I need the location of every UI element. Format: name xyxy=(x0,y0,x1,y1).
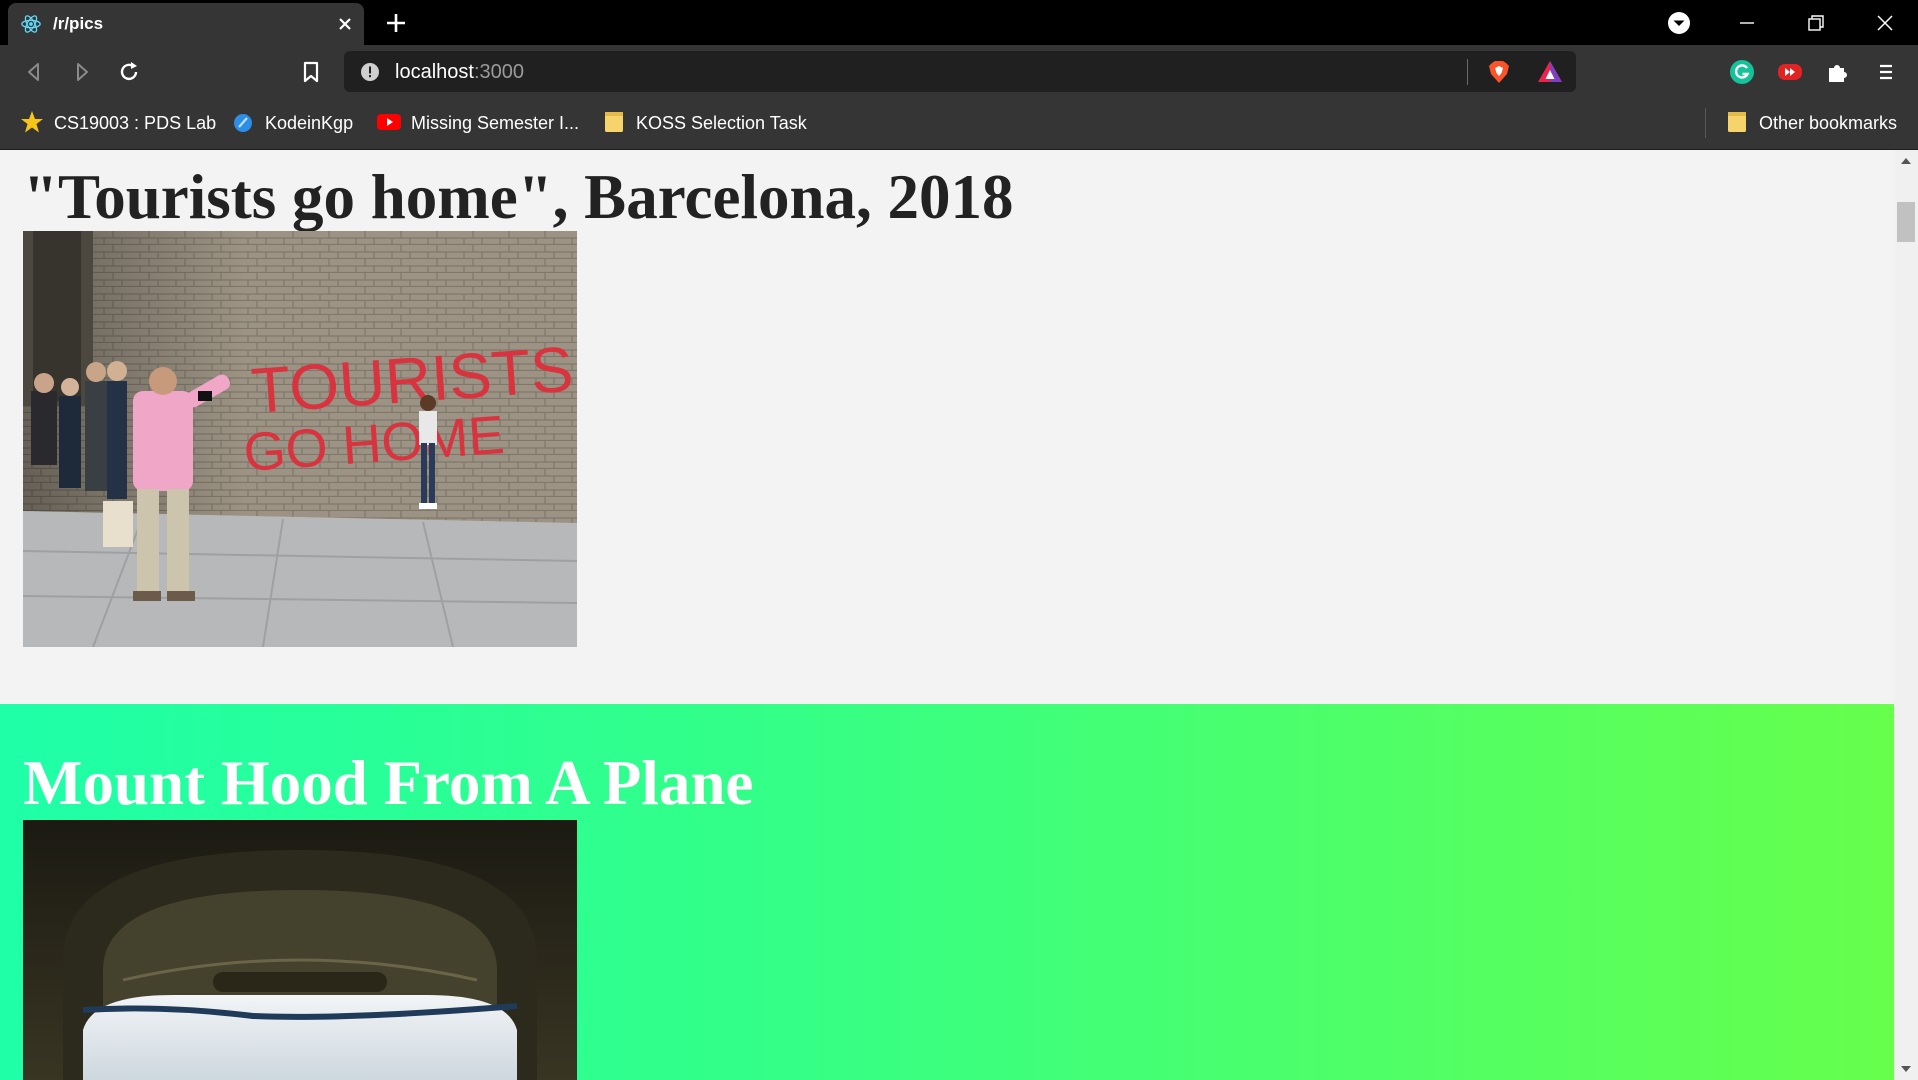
scroll-up-arrow[interactable] xyxy=(1901,158,1911,164)
grammarly-icon[interactable] xyxy=(1728,58,1756,86)
bookmark-missing-semester[interactable]: Missing Semester I... xyxy=(377,110,579,136)
browser-toolbar: localhost:3000 xyxy=(0,45,1918,98)
page-viewport: "Tourists go home", Barcelona, 2018 TOUR… xyxy=(0,150,1918,1080)
address-divider xyxy=(1467,59,1468,85)
plane-window-photo xyxy=(23,820,577,1080)
post-title: Mount Hood From A Plane xyxy=(23,748,754,818)
bookmark-kodeinkgp[interactable]: KodeinKgp xyxy=(231,110,353,136)
reload-icon[interactable] xyxy=(115,58,143,86)
youtube-icon xyxy=(377,114,401,131)
react-favicon-icon xyxy=(21,15,41,33)
kodein-icon xyxy=(234,114,252,133)
bookmark-page-icon[interactable] xyxy=(297,58,325,86)
post-title: "Tourists go home", Barcelona, 2018 xyxy=(23,162,1014,232)
post-card: Mount Hood From A Plane xyxy=(0,704,1894,1080)
scroll-down-arrow[interactable] xyxy=(1901,1066,1911,1072)
url-text: localhost:3000 xyxy=(395,61,524,83)
star-icon xyxy=(21,111,43,133)
bookmarks-bar: CS19003 : PDS Lab KodeinKgp Missing Seme… xyxy=(0,98,1918,150)
site-info-icon[interactable] xyxy=(360,62,380,82)
menu-icon[interactable] xyxy=(1872,58,1900,86)
forward-icon[interactable] xyxy=(68,58,96,86)
tourists-photo: TOURISTS GO HOME xyxy=(23,231,577,647)
close-tab-icon[interactable] xyxy=(334,13,356,35)
scrollbar[interactable] xyxy=(1894,150,1918,1080)
scroll-thumb[interactable] xyxy=(1897,202,1915,242)
brave-shields-icon[interactable] xyxy=(1485,58,1513,86)
back-icon[interactable] xyxy=(20,58,48,86)
tab-search-icon[interactable] xyxy=(1665,9,1693,37)
tab-strip: /r/pics xyxy=(0,0,1918,45)
folder-icon xyxy=(1728,112,1746,133)
youtube-extension-icon[interactable] xyxy=(1776,58,1804,86)
restore-icon[interactable] xyxy=(1802,9,1830,37)
window-close-icon[interactable] xyxy=(1871,9,1899,37)
post-image[interactable] xyxy=(23,820,577,1080)
minimize-icon[interactable] xyxy=(1733,9,1761,37)
bookmark-koss-task[interactable]: KOSS Selection Task xyxy=(602,110,807,136)
active-tab[interactable]: /r/pics xyxy=(8,3,364,45)
post-image[interactable]: TOURISTS GO HOME xyxy=(23,231,577,647)
new-tab-icon[interactable] xyxy=(382,10,410,36)
address-bar[interactable]: localhost:3000 xyxy=(344,51,1576,92)
post-card: "Tourists go home", Barcelona, 2018 TOUR… xyxy=(0,150,1894,704)
tab-title: /r/pics xyxy=(53,14,104,33)
brave-rewards-icon[interactable] xyxy=(1536,59,1564,85)
bookmarks-separator xyxy=(1705,108,1706,138)
folder-icon xyxy=(605,112,623,133)
other-bookmarks[interactable]: Other bookmarks xyxy=(1725,110,1897,136)
extensions-puzzle-icon[interactable] xyxy=(1824,58,1852,86)
bookmark-cs19003[interactable]: CS19003 : PDS Lab xyxy=(20,110,216,136)
